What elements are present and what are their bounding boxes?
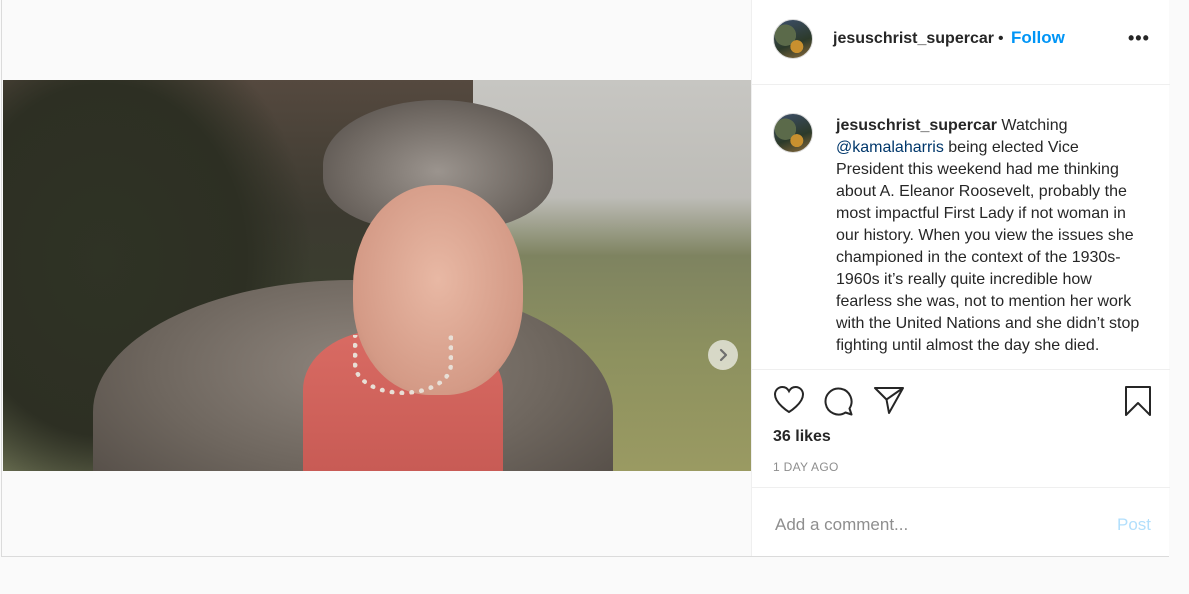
action-bar: [752, 380, 1170, 424]
details-column: jesuschrist_supercar • Follow ••• jesusc…: [751, 0, 1170, 556]
next-slide-button[interactable]: [708, 340, 738, 370]
chevron-right-icon: [719, 348, 728, 362]
caption-avatar[interactable]: [773, 113, 813, 153]
post-comment-button[interactable]: Post: [1117, 515, 1151, 535]
media-column: [2, 0, 751, 556]
caption-username[interactable]: jesuschrist_supercar: [836, 117, 997, 134]
caption-text-after: being elected Vice President this weeken…: [836, 139, 1140, 354]
comment-icon[interactable]: [822, 385, 854, 417]
heart-icon[interactable]: [773, 385, 805, 415]
photo-pearls: [353, 335, 453, 395]
share-icon[interactable]: [873, 385, 905, 415]
caption-area[interactable]: jesuschrist_supercar Watching @kamalahar…: [752, 85, 1170, 370]
comment-input[interactable]: [773, 508, 1097, 542]
comment-bar: Post: [752, 487, 1170, 556]
post-header: jesuschrist_supercar • Follow •••: [752, 0, 1170, 85]
follow-button[interactable]: Follow: [1011, 28, 1065, 48]
post-timestamp[interactable]: 1 DAY AGO: [773, 460, 839, 474]
more-options-icon[interactable]: •••: [1128, 28, 1150, 49]
caption-text: jesuschrist_supercar Watching @kamalahar…: [836, 115, 1141, 357]
header-username[interactable]: jesuschrist_supercar: [833, 30, 994, 48]
post-photo[interactable]: [3, 80, 751, 471]
header-separator: •: [998, 30, 1004, 47]
avatar[interactable]: [773, 19, 813, 59]
caption-text-before: Watching: [996, 117, 1068, 134]
caption-mention[interactable]: @kamalaharris: [836, 139, 944, 156]
likes-count[interactable]: 36 likes: [773, 428, 831, 446]
post-card: jesuschrist_supercar • Follow ••• jesusc…: [1, 0, 1170, 557]
bookmark-icon[interactable]: [1124, 385, 1152, 417]
